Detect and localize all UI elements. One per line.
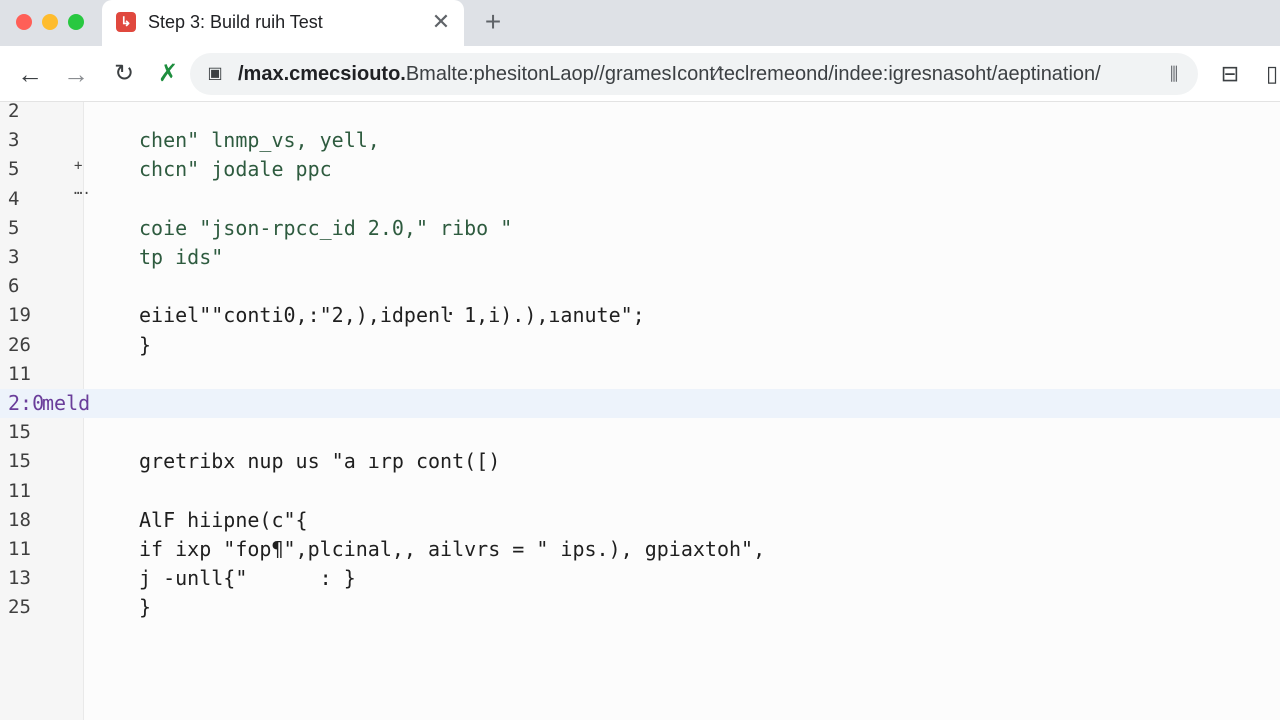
code-text: eiiel""conti0,:"2,),idpenŀ 1,i).),ıanute… [139, 303, 645, 328]
tab-title: Step 3: Build ruih Test [148, 12, 323, 32]
omnibox-action-icon[interactable]: ⫼ [1162, 62, 1186, 86]
code-line[interactable]: 11 [0, 360, 1280, 389]
code-line[interactable]: 15 [0, 418, 1280, 447]
code-text: chen" lnmp_vs, yell, [139, 128, 380, 153]
code-line[interactable]: 13 j -unll{" : } [0, 564, 1280, 593]
line-number: 4 [8, 187, 20, 210]
window-close-button[interactable] [16, 14, 32, 30]
url-text[interactable]: /max.cmecsiouto.Bmalte:phesitonLaop//gra… [238, 62, 1158, 86]
code-line[interactable]: 18 AlF hiipne(c"{ [0, 506, 1280, 535]
code-line[interactable]: 11 if ixp "fop¶",plcinal,, ailvrs = " ips… [0, 535, 1280, 564]
highlighted-line-text: meld [42, 391, 91, 415]
profile-icon[interactable]: ▯ [1266, 58, 1280, 90]
line-number: 15 [8, 421, 31, 444]
tab-favicon-icon: ↳ [116, 12, 136, 32]
line-number: 25 [8, 596, 31, 619]
line-number: 5 [8, 158, 20, 181]
code-text: } [139, 332, 152, 357]
code-line[interactable]: 3 chen" lnmp_vs, yell, [0, 126, 1280, 155]
line-number: 2 [8, 100, 20, 122]
url-host: /max.cmecsiouto. [238, 63, 406, 85]
code-editor[interactable]: 2 3 chen" lnmp_vs, yell, 5 chcn" jodale ppc 4… [0, 100, 1280, 720]
address-bar[interactable]: ▣ /max.cmecsiouto.Bmalte:phesitonLaop//g… [190, 53, 1198, 95]
active-tab[interactable]: ↳ Step 3: Build ruih Test ✕ [102, 0, 464, 46]
extension-icon[interactable]: ✗ [150, 56, 186, 92]
forward-arrow-icon[interactable]: → [58, 56, 94, 92]
line-number: 11 [8, 538, 31, 560]
code-line[interactable]: 11 [0, 477, 1280, 506]
highlighted-line[interactable]: 2:0 meld [0, 389, 1280, 418]
code-line[interactable]: 15 gretribx nup us "a ırp cont([) [0, 447, 1280, 476]
code-line[interactable]: 2 [0, 97, 1280, 126]
line-number: 3 [8, 246, 20, 268]
code-text: } [139, 595, 152, 620]
code-text: j -unll{" : } [139, 566, 356, 591]
line-number: 3 [8, 129, 20, 152]
line-number: 5 [8, 216, 20, 239]
tab-close-icon[interactable]: ✕ [428, 8, 454, 36]
browser-toolbar: ← → ↻ ✗ ▣ /max.cmecsiouto.Bmalte:phesito… [0, 46, 1280, 102]
line-number: 15 [8, 450, 31, 473]
line-number: 6 [8, 275, 20, 298]
line-number: 18 [8, 508, 31, 531]
line-number: 11 [8, 479, 31, 502]
code-text: chcn" jodale ppc [139, 157, 332, 182]
gutter-fold-icon[interactable]: + [74, 158, 82, 174]
code-line[interactable]: 19 eiiel""conti0,:"2,),idpenŀ 1,i).),ıanu… [0, 301, 1280, 330]
line-number: 19 [8, 304, 31, 327]
code-line[interactable]: 4 [0, 185, 1280, 214]
gutter-ellipsis-icon[interactable]: …. [74, 182, 91, 198]
line-number: 26 [8, 333, 31, 356]
code-line[interactable]: 3 tp ids" [0, 243, 1280, 272]
code-text: gretribx nup us "a ırp cont([) [139, 449, 501, 474]
code-line[interactable]: 6 [0, 272, 1280, 301]
side-panel-icon[interactable]: ⊟ [1216, 58, 1244, 90]
code-text: coie "json-rpcc_id 2.0," ribo " [139, 215, 513, 240]
window-minimize-button[interactable] [42, 14, 58, 30]
code-line[interactable]: 5 coie "json-rpcc_id 2.0," ribo " [0, 214, 1280, 243]
site-info-icon[interactable]: ▣ [204, 63, 226, 85]
code-line[interactable]: 5 chcn" jodale ppc [0, 155, 1280, 184]
line-number: 11 [8, 362, 31, 385]
code-text: tp ids" [139, 245, 224, 269]
reload-icon[interactable]: ↻ [106, 56, 142, 92]
tab-strip: ↳ Step 3: Build ruih Test ✕ + [0, 0, 1280, 46]
code-text: AlF hiipne(c"{ [139, 507, 308, 532]
back-arrow-icon[interactable]: ← [12, 56, 48, 92]
window-maximize-button[interactable] [68, 14, 84, 30]
url-path: Bmalte:phesitonLaop//gramesIcont∕teclrem… [405, 63, 1101, 85]
code-line[interactable]: 25} [0, 593, 1280, 622]
line-number: 13 [8, 567, 31, 590]
code-text: if ixp "fop¶",plcinal,, ailvrs = " ips.)… [139, 537, 766, 561]
code-line[interactable]: 26} [0, 331, 1280, 360]
highlighted-line-number: 2:0 [8, 391, 45, 415]
new-tab-icon[interactable]: + [478, 6, 508, 38]
